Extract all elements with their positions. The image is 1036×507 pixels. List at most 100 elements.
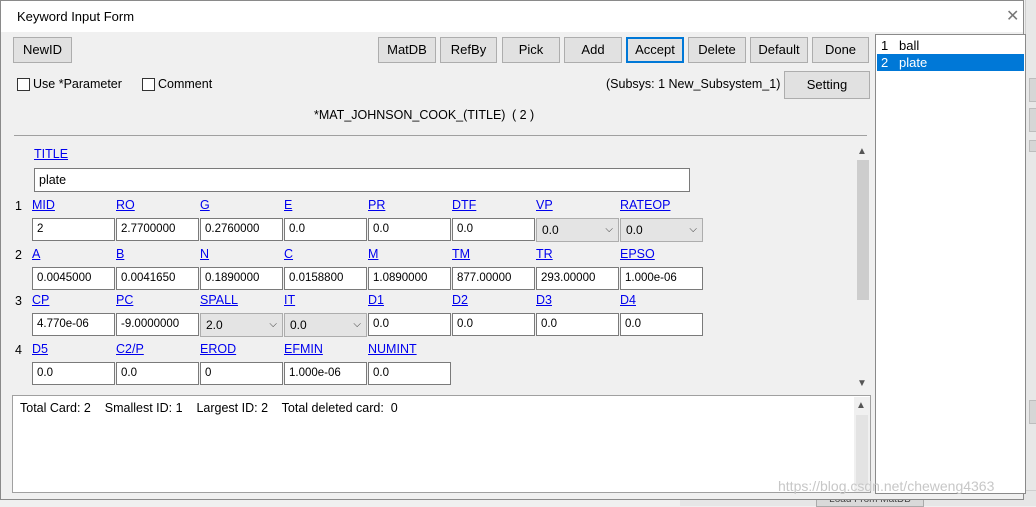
matdb-button[interactable]: MatDB [378,37,436,63]
d2-input[interactable]: 0.0 [452,313,535,336]
a-input[interactable]: 0.0045000 [32,267,115,290]
list-item-name: plate [899,55,928,70]
title-field-link[interactable]: TITLE [34,147,68,161]
use-parameter-label: Use *Parameter [33,77,122,91]
title-bar: Keyword Input Form ✕ [1,1,1023,32]
vp-dropdown[interactable]: 0.0 ⌵ [536,218,619,242]
newid-button[interactable]: NewID [13,37,72,63]
pc-input[interactable]: -9.0000000 [116,313,199,336]
n-field-link[interactable]: N [200,247,209,261]
pr-value: 0.0 [373,223,389,235]
e-value: 0.0 [289,223,305,235]
rateop-field-link[interactable]: RATEOP [620,198,670,212]
background-panel [1029,400,1036,424]
pc-field-link[interactable]: PC [116,293,133,307]
card-row-number: 4 [15,343,22,357]
scroll-up-icon[interactable]: ▲ [856,400,866,411]
d1-input[interactable]: 0.0 [368,313,451,336]
pc-value: -9.0000000 [121,318,180,330]
n-input[interactable]: 0.1890000 [200,267,283,290]
ro-input[interactable]: 2.7700000 [116,218,199,241]
numint-field-link[interactable]: NUMINT [368,342,417,356]
e-input[interactable]: 0.0 [284,218,367,241]
pr-field-link[interactable]: PR [368,198,385,212]
tr-field-link[interactable]: TR [536,247,553,261]
delete-button[interactable]: Delete [688,37,746,63]
tr-input[interactable]: 293.00000 [536,267,619,290]
numint-input[interactable]: 0.0 [368,362,451,385]
scroll-up-icon[interactable]: ▲ [857,146,867,157]
tm-input[interactable]: 877.00000 [452,267,535,290]
d4-input[interactable]: 0.0 [620,313,703,336]
m-value: 1.0890000 [373,272,428,284]
a-field-link[interactable]: A [32,247,40,261]
list-item-id: 2 [881,55,889,70]
it-field-link[interactable]: IT [284,293,295,307]
use-parameter-checkbox[interactable] [17,78,30,91]
d3-field-link[interactable]: D3 [536,293,552,307]
d2-field-link[interactable]: D2 [452,293,468,307]
list-item[interactable]: 1 ball [877,37,1024,54]
setting-button[interactable]: Setting [784,71,870,99]
chevron-down-icon: ⌵ [605,224,613,235]
d5-field-link[interactable]: D5 [32,342,48,356]
epso-input[interactable]: 1.000e-06 [620,267,703,290]
efmin-input[interactable]: 1.000e-06 [284,362,367,385]
epso-field-link[interactable]: EPSO [620,247,655,261]
comment-checkbox[interactable] [142,78,155,91]
e-field-link[interactable]: E [284,198,292,212]
mid-field-link[interactable]: MID [32,198,55,212]
d1-value: 0.0 [373,318,389,330]
m-input[interactable]: 1.0890000 [368,267,451,290]
scroll-thumb[interactable] [857,160,869,300]
dtf-field-link[interactable]: DTF [452,198,476,212]
c2-p-field-link[interactable]: C2/P [116,342,144,356]
c-input[interactable]: 0.0158800 [284,267,367,290]
erod-field-link[interactable]: EROD [200,342,236,356]
spall-field-link[interactable]: SPALL [200,293,238,307]
scroll-down-icon[interactable]: ▼ [857,378,867,389]
g-input[interactable]: 0.2760000 [200,218,283,241]
form-scrollbar[interactable]: ▲ ▼ [855,144,871,391]
ro-value: 2.7700000 [121,223,176,235]
rateop-value: 0.0 [626,223,643,237]
b-value: 0.0041650 [121,272,176,284]
tm-field-link[interactable]: TM [452,247,470,261]
rateop-dropdown[interactable]: 0.0 ⌵ [620,218,703,242]
m-field-link[interactable]: M [368,247,378,261]
dtf-input[interactable]: 0.0 [452,218,535,241]
it-dropdown[interactable]: 0.0 ⌵ [284,313,367,337]
pr-input[interactable]: 0.0 [368,218,451,241]
add-button[interactable]: Add [564,37,622,63]
close-icon[interactable]: ✕ [1006,6,1019,26]
cp-input[interactable]: 4.770e-06 [32,313,115,336]
b-field-link[interactable]: B [116,247,124,261]
info-text: Total Card: 2 Smallest ID: 1 Largest ID:… [20,401,398,415]
d1-field-link[interactable]: D1 [368,293,384,307]
d4-field-link[interactable]: D4 [620,293,636,307]
d3-input[interactable]: 0.0 [536,313,619,336]
b-input[interactable]: 0.0041650 [116,267,199,290]
refby-button[interactable]: RefBy [440,37,497,63]
list-item[interactable]: 2 plate [877,54,1024,71]
default-button[interactable]: Default [750,37,808,63]
g-field-link[interactable]: G [200,198,210,212]
scroll-thumb[interactable] [856,415,868,485]
vp-field-link[interactable]: VP [536,198,553,212]
c-field-link[interactable]: C [284,247,293,261]
d5-input[interactable]: 0.0 [32,362,115,385]
d3-value: 0.0 [541,318,557,330]
cp-field-link[interactable]: CP [32,293,49,307]
mid-input[interactable]: 2 [32,218,115,241]
pick-button[interactable]: Pick [502,37,560,63]
keyword-id-list[interactable]: 1 ball 2 plate [875,34,1026,494]
efmin-field-link[interactable]: EFMIN [284,342,323,356]
c2-p-input[interactable]: 0.0 [116,362,199,385]
done-button[interactable]: Done [812,37,869,63]
spall-dropdown[interactable]: 2.0 ⌵ [200,313,283,337]
accept-button[interactable]: Accept [626,37,684,63]
ro-field-link[interactable]: RO [116,198,135,212]
cp-value: 4.770e-06 [37,318,89,330]
title-input[interactable]: plate [34,168,690,192]
erod-input[interactable]: 0 [200,362,283,385]
